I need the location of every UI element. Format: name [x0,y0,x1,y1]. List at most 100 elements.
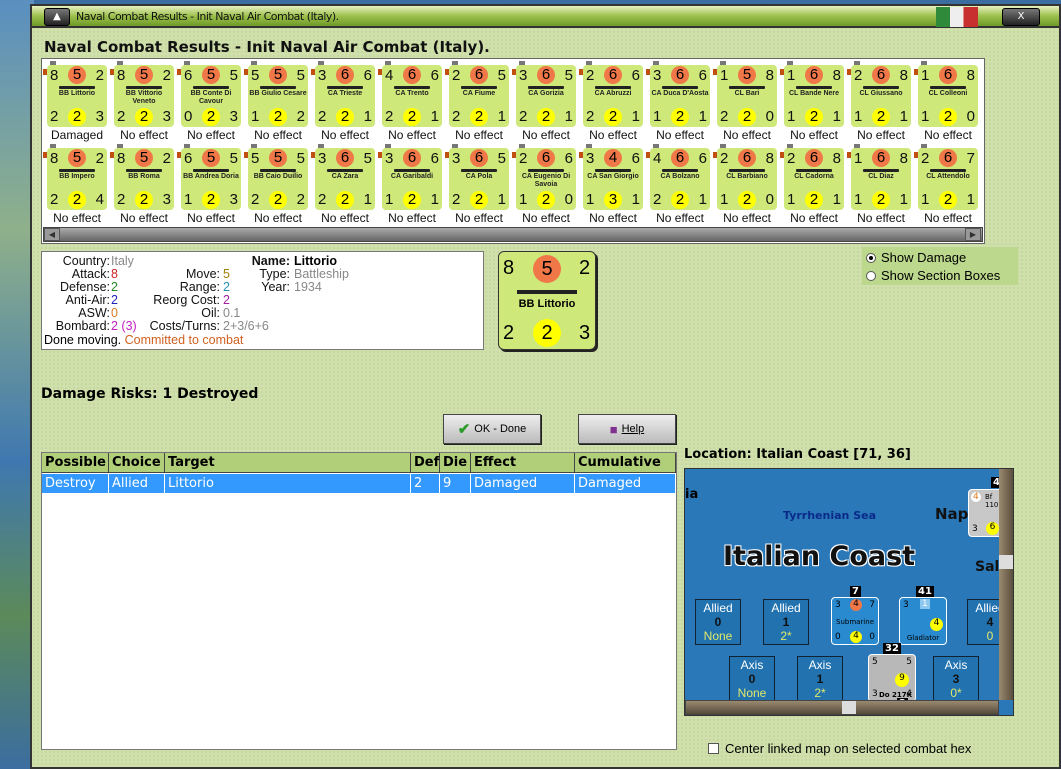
ship-counter[interactable]: 3 6 5 CA Zara 2 2 1 [315,148,375,210]
ship-counter[interactable]: 3 6 6 CA Garibaldi 1 2 1 [382,148,442,210]
ship-counter[interactable]: 3 6 5 CA Pola 2 2 1 [449,148,509,210]
counter-hits: 2 [872,108,890,126]
ship-counter[interactable]: 5 5 5 BB Giulio Cesare 1 2 2 [248,65,308,127]
axis-box-0[interactable]: Axis 0 None [729,656,775,702]
ship-counter[interactable]: 2 6 7 CL Attendolo 1 2 1 [918,148,978,210]
ship-counter[interactable]: 1 5 8 CL Bari 2 2 0 [717,65,777,127]
allied-box-1[interactable]: Allied 1 2* [763,599,809,645]
ship-counter[interactable]: 8 5 2 BB Vittorio Veneto 2 2 3 [114,65,174,127]
counter-hits: 2 [68,108,86,126]
counter-asw: 2 [296,108,305,125]
scroll-right-button[interactable]: ▶ [965,228,981,241]
ship-counter[interactable]: 2 6 5 CA Fiume 2 2 1 [449,65,509,127]
col-target[interactable]: Target [165,453,411,473]
status-committed: Committed to combat [124,333,244,347]
ship-counter[interactable]: 2 6 8 CL Barbiano 1 2 0 [717,148,777,210]
map-vertical-scrollbar[interactable] [999,469,1013,700]
sea-label: Tyrrhenian Sea [783,509,877,522]
ship-counter[interactable]: 1 6 8 CL Colleoni 1 2 0 [918,65,978,127]
counter-name: CL Bande Nere [788,90,840,97]
ship-counter[interactable]: 2 6 6 CA Abruzzi 2 2 1 [583,65,643,127]
help-label: Help [621,423,645,435]
minimize-button[interactable]: ▲ [44,8,70,26]
counter-range: 8 [832,67,841,84]
box-label: Axis [808,658,832,672]
counter-effect: No effect [187,211,235,225]
ok-done-button[interactable]: ✔ OK - Done [443,414,541,444]
counter-asw: 1 [363,191,372,208]
counter-range: 2 [579,257,591,279]
center-map-checkbox[interactable]: Center linked map on selected combat hex [708,741,971,756]
do217-unit[interactable]: 32 5 5 9 3 Do 217K 4 [868,643,916,702]
ship-counter[interactable]: 2 6 8 CL Giussano 1 2 1 [851,65,911,127]
ship-counter[interactable]: 3 6 6 CA Duca D'Aosta 1 2 1 [650,65,710,127]
show-damage-radio[interactable]: Show Damage [866,250,966,265]
unit-stat: 3 [972,524,978,534]
costs-value: 2+3/6+6 [223,319,269,333]
counter-defense: 5 [68,149,86,167]
damage-table: Possible Choice Target Def Die Effect Cu… [41,452,677,750]
unit-stat: 5 [872,657,878,667]
axis-box-2[interactable]: Axis 3 0* [933,656,979,702]
box-value: 2* [814,686,826,700]
counter-attack: 1 [787,67,796,84]
gladiator-unit[interactable]: 41 3 1 4 Gladiator [899,586,947,645]
ship-counter[interactable]: 6 5 5 BB Andrea Doria 1 2 3 [181,148,241,210]
counter-attack: 3 [318,150,327,167]
ship-counter[interactable]: 5 5 5 BB Caio Duilio 2 2 2 [248,148,308,210]
status-text: Done moving. Committed to combat [44,333,244,348]
counter-strip-scrollbar[interactable] [43,227,983,242]
ship-counter[interactable]: 2 6 8 CL Cadorna 1 2 1 [784,148,844,210]
counter-name: BB Littorio [518,298,576,310]
box-label: Allied [771,601,801,615]
close-button[interactable]: X [1002,8,1040,26]
col-cumulative[interactable]: Cumulative [575,453,676,473]
ship-counter[interactable]: 3 6 6 CA Trieste 2 2 1 [315,65,375,127]
counter-effect: No effect [790,211,838,225]
col-effect[interactable]: Effect [471,453,575,473]
ship-counter[interactable]: 3 4 6 CA San Giorgio 1 3 1 [583,148,643,210]
counter-name: CA Pola [465,173,493,180]
help-button[interactable]: ■ Help [578,414,676,444]
col-def[interactable]: Def [411,453,440,473]
ship-counter[interactable]: 4 6 6 CA Trento 2 2 1 [382,65,442,127]
col-choice[interactable]: Choice [109,453,165,473]
scroll-thumb[interactable] [999,555,1013,569]
scroll-thumb[interactable] [842,701,856,714]
ship-counter[interactable]: 4 6 6 CA Bolzano 2 2 1 [650,148,710,210]
ship-counter[interactable]: 8 5 2 BB Littorio 2 2 3 [47,65,107,127]
col-die[interactable]: Die [440,453,471,473]
show-section-boxes-radio[interactable]: Show Section Boxes [866,268,1000,283]
ship-counter[interactable]: 1 6 8 CL Bande Nere 1 2 1 [784,65,844,127]
ship-counter[interactable]: 6 5 5 BB Conte Di Cavour 0 2 3 [181,65,241,127]
counter-name: CA San Giorgio [587,173,639,180]
counter-defense: 6 [470,149,488,167]
map-horizontal-scrollbar[interactable] [685,700,999,715]
ship-counter[interactable]: 8 5 2 BB Impero 2 2 4 [47,148,107,210]
ship-counter[interactable]: 1 6 8 CL Diaz 1 2 1 [851,148,911,210]
counter-hits: 2 [135,191,153,209]
allied-box-0[interactable]: Allied 0 None [695,599,741,645]
scroll-left-button[interactable]: ◀ [44,228,60,241]
show-damage-label: Show Damage [881,250,967,265]
counter-hits: 2 [403,108,421,126]
counter-defense: 6 [537,149,555,167]
ship-counter[interactable]: 8 5 2 BB Roma 2 2 3 [114,148,174,210]
counter-antiair: 1 [787,191,796,208]
ship-icon [729,86,765,89]
axis-box-1[interactable]: Axis 1 2* [797,656,843,702]
dialog-heading: Naval Combat Results - Init Naval Air Co… [44,38,490,56]
window-title: Naval Combat Results - Init Naval Air Co… [76,10,339,23]
col-possible[interactable]: Possible [42,453,109,473]
ship-counter[interactable]: 2 6 6 CA Eugenio Di Savoia 1 2 0 [516,148,576,210]
ship-counter[interactable]: 3 6 5 CA Gorizia 2 2 1 [516,65,576,127]
counter-range: 2 [95,67,104,84]
counter-antiair: 1 [720,191,729,208]
counter-asw: 3 [229,108,238,125]
submarine-unit[interactable]: 7 3 4 7 Submarine 0 4 0 [831,586,879,645]
title-bar[interactable]: ▲ Naval Combat Results - Init Naval Air … [32,6,1059,28]
combat-hex-map[interactable]: ia Tyrrhenian Sea Napl Sale Italian Coas… [684,468,1014,716]
counter-hits: 2 [939,191,957,209]
counter-asw: 1 [698,191,707,208]
counter-attack: 2 [787,150,796,167]
